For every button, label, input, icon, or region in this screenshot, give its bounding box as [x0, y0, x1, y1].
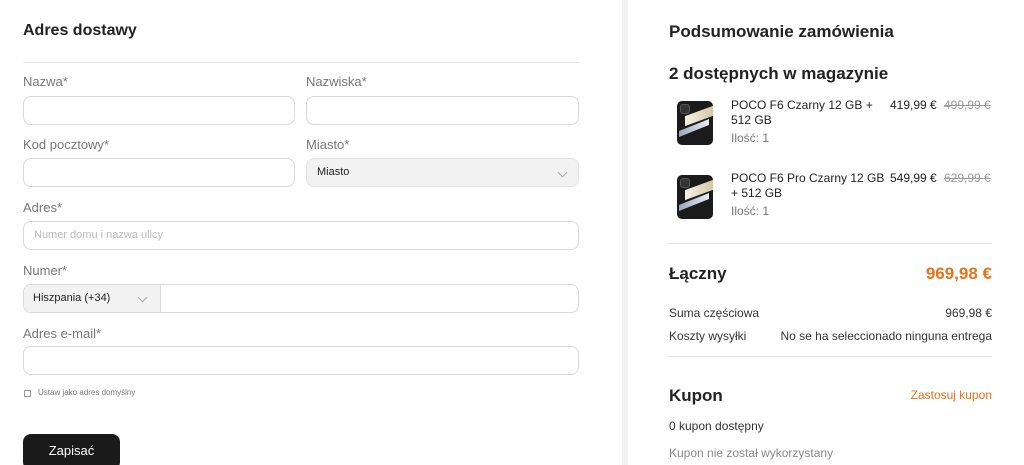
order-summary-panel: Podsumowanie zamówienia 2 dostępnych w m… — [628, 0, 1024, 465]
default-address-checkbox[interactable] — [24, 390, 31, 397]
total-label: Łączny — [669, 264, 727, 283]
total-value: 969,98 € — [925, 264, 992, 283]
product-image — [677, 101, 713, 145]
city-select-value: Miasto — [317, 166, 350, 178]
last-name-input[interactable] — [306, 96, 579, 125]
subtotal-label: Suma częściowa — [669, 306, 760, 320]
first-name-input[interactable] — [23, 96, 295, 125]
phone-label: Numer* — [23, 263, 68, 278]
product-qty: Ilość: 1 — [731, 204, 770, 218]
divider — [23, 62, 579, 63]
email-label: Adres e-mail* — [23, 326, 102, 341]
email-input[interactable] — [23, 346, 579, 375]
stock-heading: 2 dostępnych w magazynie — [669, 64, 889, 83]
product-old-price: 629,99 € — [944, 171, 991, 185]
coupon-available: 0 kupon dostępny — [669, 419, 764, 433]
product-name: POCO F6 Pro Czarny 12 GB + 512 GB — [731, 171, 885, 200]
street-label: Adres* — [23, 200, 63, 215]
divider — [669, 243, 992, 244]
coupon-unused: Kupon nie został wykorzystany — [669, 446, 834, 460]
product-price: 419,99 € — [890, 98, 937, 112]
summary-title: Podsumowanie zamówienia — [669, 22, 894, 41]
phone-field[interactable]: Hiszpania (+34) — [23, 284, 579, 313]
subtotal-value: 969,98 € — [945, 306, 992, 320]
product-name: POCO F6 Czarny 12 GB + 512 GB — [731, 98, 873, 127]
divider — [669, 356, 992, 357]
coupon-title: Kupon — [669, 386, 723, 405]
chevron-down-icon — [557, 167, 568, 178]
product-old-price: 499,99 € — [944, 98, 991, 112]
city-label: Miasto* — [306, 137, 350, 152]
street-placeholder: Numer domu i nazwa ulicy — [34, 229, 163, 241]
product-qty: Ilość: 1 — [731, 131, 770, 145]
apply-coupon-link[interactable]: Zastosuj kupon — [911, 388, 992, 402]
phone-country-value: Hiszpania (+34) — [33, 292, 111, 304]
save-button[interactable]: Zapisać — [23, 434, 120, 465]
city-select[interactable]: Miasto — [306, 158, 579, 187]
postal-code-input[interactable] — [23, 158, 295, 187]
chevron-down-icon — [137, 292, 148, 303]
phone-country-select[interactable]: Hiszpania (+34) — [24, 285, 161, 312]
default-address-label: Ustaw jako adres domyślny — [38, 388, 136, 397]
postal-code-label: Kod pocztowy* — [23, 137, 109, 152]
product-price: 549,99 € — [890, 171, 937, 185]
shipping-label: Koszty wysyłki — [669, 329, 747, 343]
address-panel: Adres dostawy Nazwa* Nazwiska* Kod poczt… — [0, 0, 622, 465]
last-name-label: Nazwiska* — [306, 74, 367, 89]
camera-icon — [680, 104, 690, 114]
product-image — [677, 175, 713, 219]
camera-icon — [680, 178, 690, 188]
address-title: Adres dostawy — [23, 22, 137, 39]
first-name-label: Nazwa* — [23, 74, 68, 89]
street-input[interactable]: Numer domu i nazwa ulicy — [23, 221, 579, 250]
shipping-value: No se ha seleccionado ninguna entrega — [780, 329, 993, 343]
